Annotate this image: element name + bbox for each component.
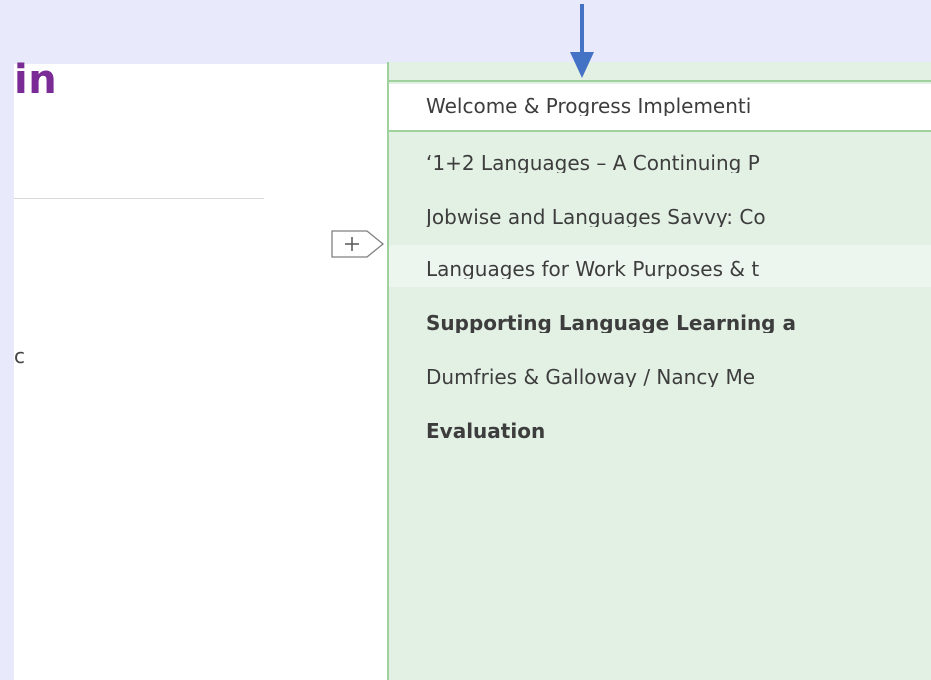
down-arrow-icon [570,4,594,78]
page-item-label: Jobwise and Languages Savvy: Co [426,207,766,227]
plus-tab-icon[interactable] [331,227,385,261]
page-title: in [14,57,58,103]
page-item-label: Evaluation [426,421,546,441]
page-list-top-strip [387,62,931,82]
page-canvas[interactable]: in c [14,60,388,680]
page-item-label: Supporting Language Learning a [426,313,796,333]
section-header-label: Welcome & Progress Implementi [426,96,752,116]
title-divider [14,198,264,199]
page-item-label: ‘1+2 Languages – A Continuing P [426,153,760,173]
page-item-label: Dumfries & Galloway / Nancy Me [426,367,756,387]
page-item-label: Languages for Work Purposes & t [426,259,760,279]
page-text-fragment: c [14,344,25,368]
